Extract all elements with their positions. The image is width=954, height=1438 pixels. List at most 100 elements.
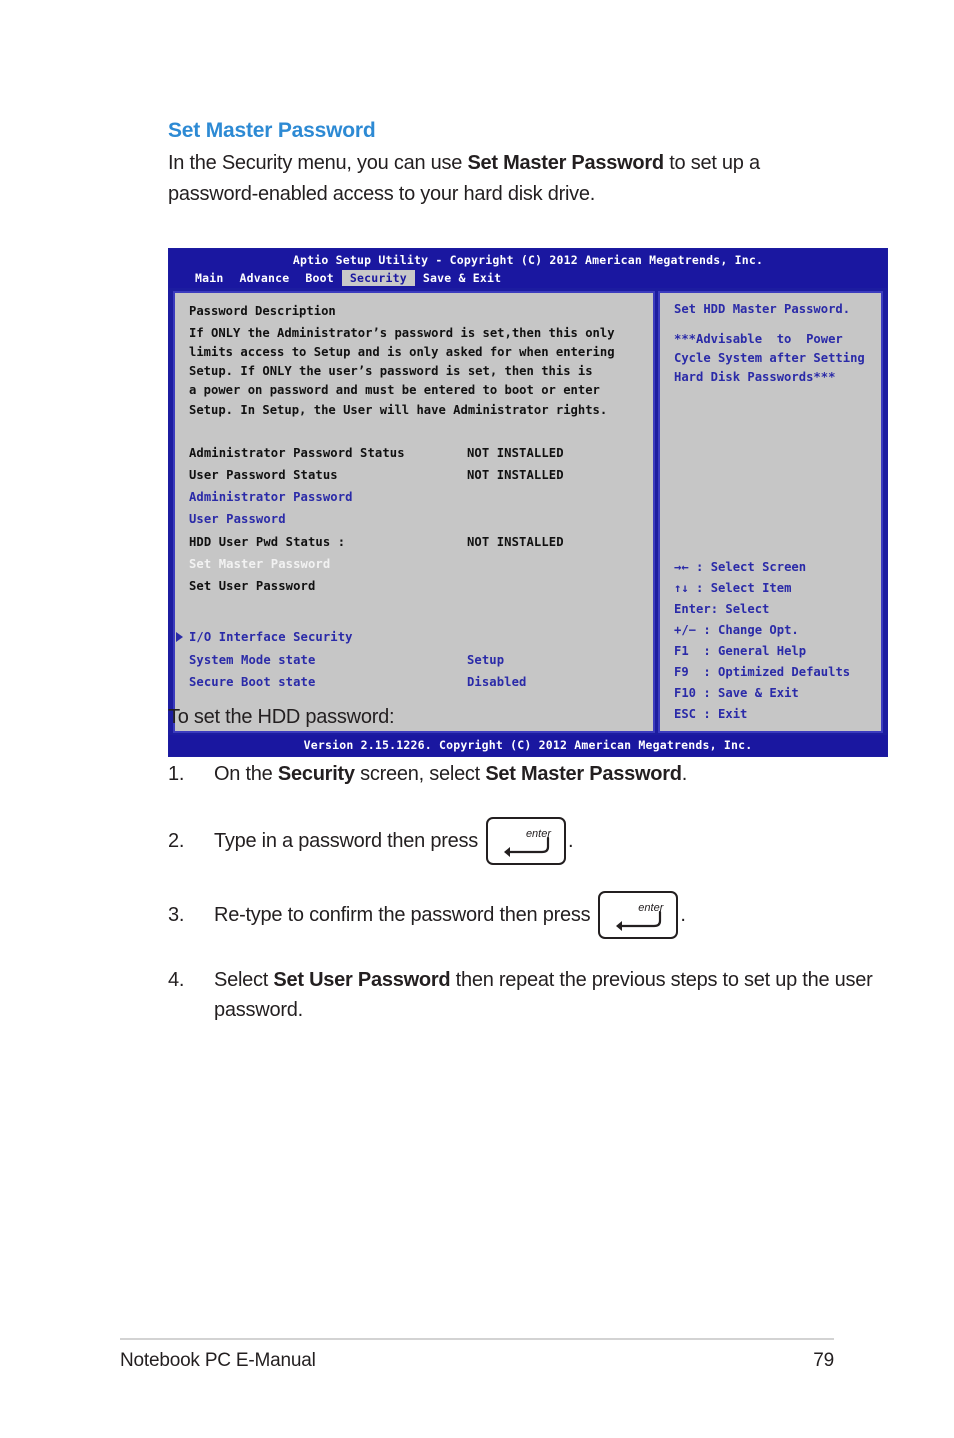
bios-hint-separator: : [703,686,719,701]
bios-hint-action: Optimized Defaults [718,665,851,680]
step-text-plain: . [681,763,688,785]
bios-item-label: System Mode state [189,652,316,667]
description-line: limits access to Setup and is only asked… [189,344,615,359]
intro-text-bold: Set Master Password [467,152,664,175]
bios-item-user-password-status[interactable]: User Password Status NOT INSTALLED [175,464,653,486]
step-text-trailing: . [568,830,574,852]
bios-item-value: Disabled [467,674,527,689]
bios-hint-row: →← : Select Screen [674,557,871,578]
bios-item-label: Set User Password [189,579,316,594]
bios-help-line: Hard Disk Passwords*** [674,370,836,385]
step-text: Select Set User Password then repeat the… [214,965,898,1025]
bios-screenshot: Aptio Setup Utility - Copyright (C) 2012… [168,248,888,758]
bios-hint-row: F1 : General Help [674,641,871,662]
bios-item-label: User Password [189,512,286,527]
bios-tab-main[interactable]: Main [187,270,232,286]
bios-item-value: NOT INSTALLED [467,534,564,549]
bios-help-line: Set HDD Master Password. [674,302,851,317]
password-description-body: If ONLY the Administrator’s password is … [175,324,653,420]
bios-tab-save-exit[interactable]: Save & Exit [415,270,509,286]
password-description-title: Password Description [189,304,336,319]
bios-tab-advance[interactable]: Advance [232,270,298,286]
bios-left-panel: Password Description If ONLY the Adminis… [173,291,655,734]
bios-body: Password Description If ONLY the Adminis… [169,288,887,736]
step-text: On the Security screen, select Set Maste… [214,759,898,789]
bios-item-administrator-password[interactable]: Administrator Password [175,486,653,508]
bios-hint-separator: : [703,623,719,638]
bios-hint-key: F1 [674,644,704,659]
bios-hint-action: Select [725,602,770,617]
enter-key-icon: enter [486,817,567,865]
bios-item-set-master-password[interactable]: Set Master Password [175,553,653,575]
page-content: Set Master Password In the Security menu… [168,118,890,209]
enter-key-icon: enter [598,891,679,939]
intro-paragraph: In the Security menu, you can use Set Ma… [168,148,848,209]
bios-item-administrator-password-status[interactable]: Administrator Password Status NOT INSTALL… [175,442,653,464]
bios-item-value: NOT INSTALLED [467,468,564,483]
step-item: 3. Re-type to confirm the password then p… [168,891,898,939]
step-item: 4. Select Set User Password then repeat t… [168,965,898,1025]
bios-menu-bar: Main Advance Boot Security Save & Exit [169,269,887,289]
bios-hint-action: Select Item [710,581,792,596]
bios-title: Aptio Setup Utility - Copyright (C) 2012… [169,249,887,270]
footer-manual-name: Notebook PC E-Manual [120,1350,316,1371]
bios-hint-separator: : [696,581,711,596]
enter-arrow-icon [616,911,662,931]
bios-help-line: ***Advisable to Power [674,331,843,346]
bios-hint-key: →← [674,560,697,575]
bios-item-label: Administrator Password Status [189,445,405,460]
bios-hint-key: F10 [674,686,704,701]
step-text-plain: Select [214,969,274,991]
step-text: Re-type to confirm the password then pre… [214,891,898,939]
step-item: 1. On the Security screen, select Set Mas… [168,759,898,789]
page-title: Set Master Password [168,119,376,142]
bios-item-label: I/O Interface Security [189,630,353,645]
bios-item-hdd-user-pwd-status[interactable]: HDD User Pwd Status : NOT INSTALLED [175,531,653,553]
steps-list: 1. On the Security screen, select Set Mas… [168,759,898,1025]
bios-item-secure-boot-state[interactable]: Secure Boot state Disabled [175,671,653,693]
bios-item-label: User Password Status [189,468,338,483]
step-number: 3. [168,904,185,926]
bios-tab-security[interactable]: Security [341,270,415,287]
bios-help-line: Cycle System after Setting [674,350,865,365]
step-text-plain: Type in a password then press [214,830,479,852]
steps-area: To set the HDD password: 1. On the Securi… [168,706,898,1053]
step-text-plain: Re-type to confirm the password then pre… [214,904,591,926]
bios-hint-row: F10 : Save & Exit [674,683,871,704]
step-number: 4. [168,969,185,991]
bios-hint-row: F9 : Optimized Defaults [674,662,871,683]
bios-hint-row: +/− : Change Opt. [674,620,871,641]
bios-item-system-mode-state[interactable]: System Mode state Setup [175,649,653,671]
step-text-plain: On the [214,763,278,785]
bios-item-i-o-interface-security[interactable]: I/O Interface Security [175,626,653,648]
bios-hint-key: F9 [674,665,704,680]
bios-hint-row: Enter: Select [674,599,871,620]
intro-text-before: In the Security menu, you can use [168,152,468,175]
step-text-bold: Set Master Password [485,763,682,785]
bios-hint-key: ↑↓ [674,581,697,596]
step-text-bold: Set User Password [273,969,451,991]
bios-settings-list: Administrator Password Status NOT INSTALL… [175,442,653,693]
bios-item-user-password[interactable]: User Password [175,508,653,530]
bios-item-value: Setup [467,652,505,667]
footer-divider [120,1338,834,1340]
bios-key-hints: →← : Select Screen ↑↓ : Select Item Enter:… [674,557,871,725]
bios-item-set-user-password[interactable]: Set User Password [175,575,653,597]
bios-hint-separator: : [710,602,726,617]
footer-page-number: 79 [813,1350,834,1371]
bios-tab-boot[interactable]: Boot [297,270,342,286]
step-text-plain: screen, select [354,763,486,785]
bios-hint-key: +/− [674,623,704,638]
description-line: Setup. In Setup, the User will have Admi… [189,402,608,417]
bios-help-text: Set HDD Master Password. ***Advisable to … [674,300,871,387]
bios-hint-action: General Help [718,644,807,659]
bios-hint-action: Save & Exit [718,686,799,701]
step-number: 1. [168,763,185,785]
bios-item-value: NOT INSTALLED [467,445,564,460]
bios-hint-separator: : [703,644,719,659]
description-line: If ONLY the Administrator’s password is … [189,325,615,340]
